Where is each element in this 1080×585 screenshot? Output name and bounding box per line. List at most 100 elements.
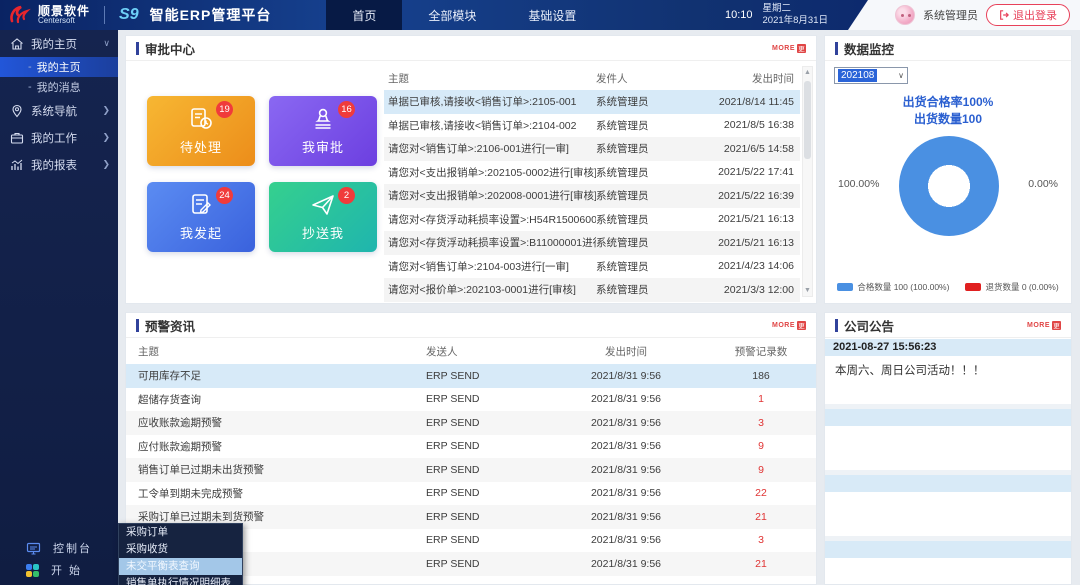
sidebar-item-label: 我的主页: [31, 36, 77, 52]
row-sender: 系统管理员: [596, 165, 688, 180]
alert-row[interactable]: 应收账款逾期预警 ERP SEND 2021/8/31 9:56 3: [126, 411, 816, 435]
tile-label: 我审批: [302, 137, 344, 156]
data-monitor-panel: 数据监控 202108 ∨ 出货合格率100% 出货数量100 100.00% …: [824, 35, 1072, 304]
nav-tab-home[interactable]: 首页: [326, 0, 402, 30]
announcement-item[interactable]: [825, 409, 1071, 470]
tile-label: 我发起: [180, 223, 222, 242]
col-subject: 主题: [384, 71, 596, 86]
logout-button[interactable]: 退出登录: [986, 4, 1070, 26]
announcements-title: 公司公告: [844, 316, 894, 335]
top-header: 顺景软件 Centersoft S9 智能ERP管理平台 首页 全部模块 基础设…: [0, 0, 1080, 30]
approval-row[interactable]: 单据已审核,请接收<销售订单>:2105-001 系统管理员 2021/8/14…: [384, 90, 800, 114]
row-sender: ERP SEND: [426, 558, 546, 570]
row-sender: 系统管理员: [596, 235, 688, 250]
tile-pending[interactable]: 19 待处理: [147, 96, 255, 166]
logout-label: 退出登录: [1013, 7, 1057, 23]
sidebar-item-my-reports[interactable]: 我的报表 ❯: [0, 151, 118, 178]
app-logo: 顺景软件 Centersoft S9 智能ERP管理平台: [0, 3, 271, 27]
sidebar-subitem-my-messages[interactable]: 我的消息: [0, 77, 118, 97]
start-icon: [26, 564, 39, 577]
paper-plane-icon: [310, 192, 336, 218]
user-avatar[interactable]: [895, 5, 915, 25]
tile-cc-to-me[interactable]: 2 抄送我: [269, 182, 377, 252]
alert-row[interactable]: 超储存货查询 ERP SEND 2021/8/31 9:56 1: [126, 388, 816, 412]
alert-row[interactable]: 可用库存不足 ERP SEND 2021/8/31 9:56 186: [126, 364, 816, 388]
document-edit-icon: [188, 192, 214, 218]
approval-more-link[interactable]: MORE 更: [772, 44, 806, 53]
pass-rate-text: 出货合格率100%: [825, 94, 1071, 111]
approval-scrollbar[interactable]: ▲ ▼: [802, 66, 813, 297]
start-menu-item[interactable]: 销售单执行情况明细表: [119, 575, 242, 585]
console-button[interactable]: 控制台: [0, 537, 118, 559]
approval-table-header: 主题 发件人 发出时间: [384, 66, 800, 90]
map-pin-icon: [10, 104, 24, 118]
approval-row[interactable]: 请您对<销售订单>:2104-003进行[一审] 系统管理员 2021/4/23…: [384, 255, 800, 279]
period-value: 202108: [838, 69, 877, 82]
initiated-count-badge: 24: [216, 187, 233, 204]
title-accent-bar: [136, 42, 139, 55]
approval-table: 主题 发件人 发出时间 单据已审核,请接收<销售订单>:2105-001 系统管…: [384, 66, 800, 299]
approval-row[interactable]: 请您对<支出报销单>:202105-0002进行[审核] 系统管理员 2021/…: [384, 161, 800, 185]
row-time: 2021/8/14 11:45: [688, 96, 800, 108]
chevron-down-icon: ∨: [898, 71, 904, 80]
announcement-item[interactable]: [825, 541, 1071, 584]
sidebar-subitem-my-home[interactable]: 我的主页: [0, 57, 118, 77]
legend-text: 合格数量 100 (100.00%): [857, 281, 949, 293]
row-subject: 单据已审核,请接收<销售订单>:2105-001: [384, 94, 596, 109]
start-button[interactable]: 开 始: [0, 559, 118, 581]
approval-row[interactable]: 请您对<报价单>:202103-0001进行[审核] 系统管理员 2021/3/…: [384, 278, 800, 302]
tile-my-approvals[interactable]: 16 我审批: [269, 96, 377, 166]
sidebar-item-my-home[interactable]: 我的主页 ∨: [0, 30, 118, 57]
row-subject: 采购订单已过期未到货预警: [126, 509, 426, 524]
tile-initiated-by-me[interactable]: 24 我发起: [147, 182, 255, 252]
approval-row[interactable]: 请您对<支出报销单>:202008-0001进行[审核] 系统管理员 2021/…: [384, 184, 800, 208]
announcement-body: [825, 426, 1071, 470]
col-time: 发出时间: [688, 71, 800, 86]
approval-row[interactable]: 请您对<存货浮动耗损率设置>:B11000001进行[审核] 系统管理员 202…: [384, 231, 800, 255]
announcement-item[interactable]: [825, 475, 1071, 536]
home-icon: [10, 37, 24, 51]
scroll-down-icon[interactable]: ▼: [804, 287, 811, 294]
row-time: 2021/8/31 9:56: [546, 464, 706, 476]
approval-row[interactable]: 请您对<销售订单>:2106-001进行[一审] 系统管理员 2021/6/5 …: [384, 137, 800, 161]
approval-row[interactable]: 单据已审核,请接收<销售订单>:2104-002 系统管理员 2021/8/5 …: [384, 114, 800, 138]
ship-qty-text: 出货数量100: [825, 111, 1071, 128]
row-sender: ERP SEND: [426, 440, 546, 452]
announcement-body: 本周六、周日公司活动！！！: [825, 356, 1071, 404]
approval-row[interactable]: 请您对<存货浮动耗损率设置>:H54R15006002进行[审核] 系统管理员 …: [384, 208, 800, 232]
start-menu-item[interactable]: 未交平衡表查询: [119, 558, 242, 575]
period-select[interactable]: 202108 ∨: [834, 67, 908, 84]
row-subject: 请您对<报价单>:202103-0001进行[审核]: [384, 282, 596, 297]
announcement-time: 2021-08-27 15:56:23: [825, 339, 1071, 356]
nav-tab-all-modules[interactable]: 全部模块: [402, 0, 502, 30]
scroll-up-icon[interactable]: ▲: [804, 69, 811, 76]
console-label: 控制台: [53, 540, 92, 556]
row-subject: 请您对<销售订单>:2106-001进行[一审]: [384, 141, 596, 156]
start-menu-item[interactable]: 采购订单: [119, 524, 242, 541]
alerts-table-header: 主题 发送人 发出时间 预警记录数: [126, 338, 816, 364]
announcement-time: [825, 541, 1071, 558]
briefcase-icon: [10, 131, 24, 145]
alerts-title: 预警资讯: [145, 316, 195, 335]
nav-tab-base-settings[interactable]: 基础设置: [502, 0, 602, 30]
legend-text: 退货数量 0 (0.00%): [985, 281, 1058, 293]
approval-tiles: 19 待处理 16 我审批 24 我发起 2 抄送我: [147, 96, 377, 252]
sidebar-item-system-nav[interactable]: 系统导航 ❯: [0, 97, 118, 124]
row-time: 2021/8/31 9:56: [546, 534, 706, 546]
announcement-body: [825, 492, 1071, 536]
legend-item: 合格数量 100 (100.00%): [837, 281, 949, 293]
row-sender: ERP SEND: [426, 393, 546, 405]
start-menu-item[interactable]: 采购收货: [119, 541, 242, 558]
approval-rows: 单据已审核,请接收<销售订单>:2105-001 系统管理员 2021/8/14…: [384, 90, 800, 302]
alert-row[interactable]: 应付账款逾期预警 ERP SEND 2021/8/31 9:56 9: [126, 435, 816, 459]
title-accent-bar: [835, 42, 838, 55]
announcements-more-link[interactable]: MORE 更: [1027, 321, 1061, 330]
sidebar-item-my-work[interactable]: 我的工作 ❯: [0, 124, 118, 151]
alert-row[interactable]: 工令单到期未完成预警 ERP SEND 2021/8/31 9:56 22: [126, 482, 816, 506]
scrollbar-thumb[interactable]: [804, 81, 811, 159]
alert-row[interactable]: 销售订单已过期未出货预警 ERP SEND 2021/8/31 9:56 9: [126, 458, 816, 482]
sidebar: 我的主页 ∨ 我的主页 我的消息 系统导航 ❯ 我的工作 ❯ 我的报表 ❯ 控制…: [0, 30, 118, 585]
alerts-more-link[interactable]: MORE 更: [772, 321, 806, 330]
announcement-item[interactable]: 2021-08-27 15:56:23 本周六、周日公司活动！！！: [825, 339, 1071, 404]
row-time: 2021/3/3 12:00: [688, 284, 800, 296]
